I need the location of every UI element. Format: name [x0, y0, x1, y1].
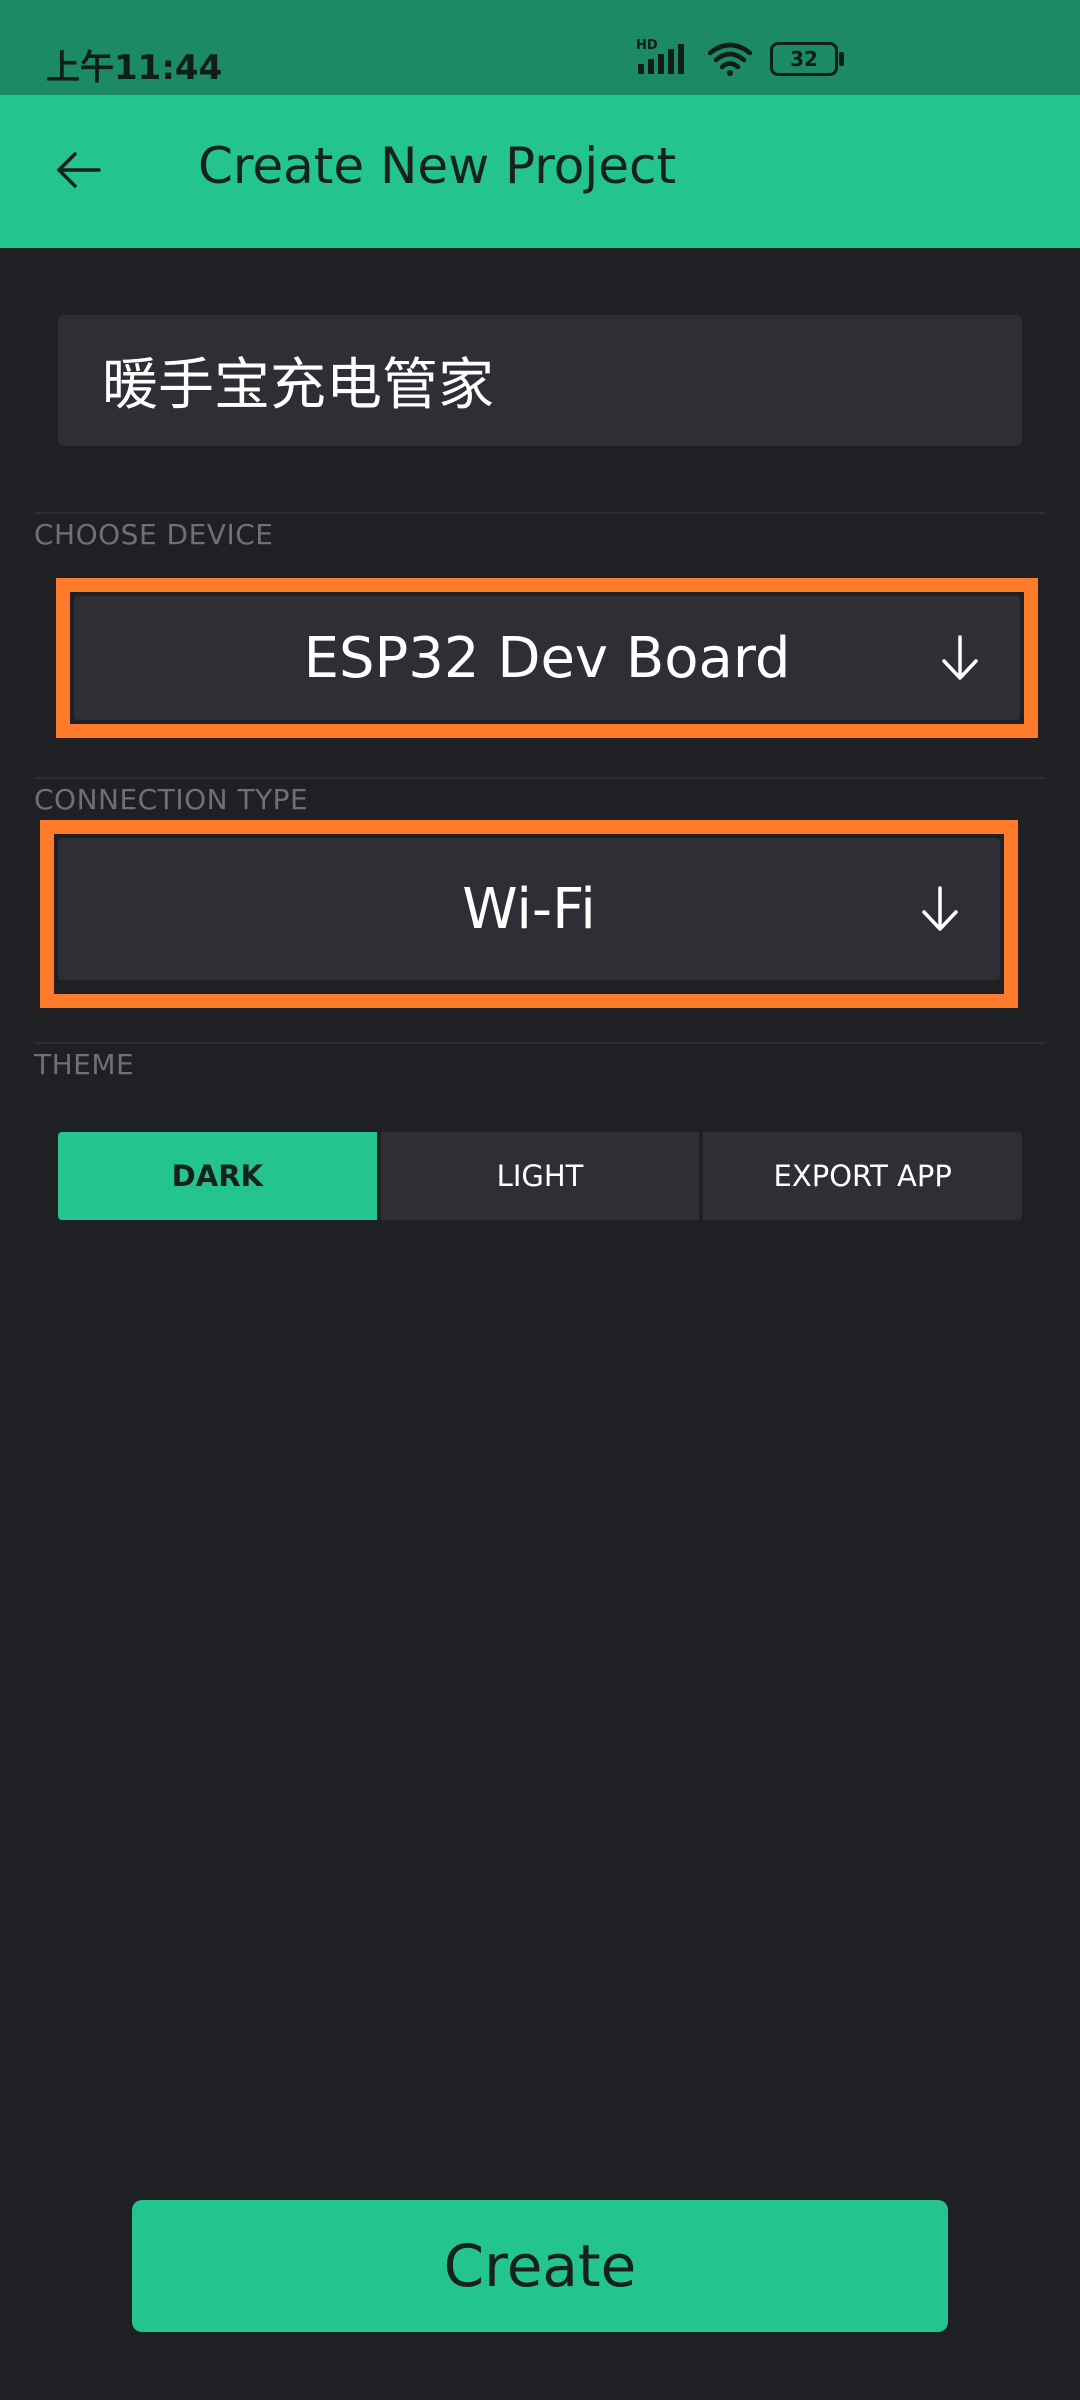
theme-label: THEME — [34, 1048, 135, 1081]
divider — [34, 777, 1046, 779]
theme-selector: DARK LIGHT EXPORT APP — [58, 1132, 1023, 1220]
wifi-icon — [707, 42, 753, 76]
back-button[interactable] — [44, 135, 114, 205]
arrow-down-icon — [936, 633, 984, 683]
device-dropdown[interactable]: ESP32 Dev Board — [74, 596, 1020, 720]
project-name-input[interactable]: 暖手宝充电管家 — [58, 315, 1022, 446]
theme-light-button[interactable]: LIGHT — [380, 1132, 700, 1220]
status-icons: HD 32 — [636, 38, 844, 76]
connection-type-label: CONNECTION TYPE — [34, 783, 309, 816]
arrow-down-icon — [916, 884, 964, 934]
divider — [34, 1042, 1046, 1044]
page-title: Create New Project — [198, 137, 677, 195]
export-app-button[interactable]: EXPORT APP — [703, 1132, 1023, 1220]
signal-icon: HD — [636, 38, 690, 76]
battery-level: 32 — [790, 47, 818, 71]
create-button[interactable]: Create — [132, 2200, 948, 2332]
battery-icon: 32 — [770, 42, 844, 76]
theme-dark-button[interactable]: DARK — [58, 1132, 377, 1220]
choose-device-label: CHOOSE DEVICE — [34, 518, 274, 551]
connection-dropdown[interactable]: Wi-Fi — [58, 838, 1000, 980]
connection-dropdown-value: Wi-Fi — [462, 876, 596, 942]
arrow-left-icon — [55, 150, 103, 190]
status-bar: 上午11:44 HD 32 — [0, 0, 1080, 95]
divider — [34, 512, 1046, 514]
device-dropdown-value: ESP32 Dev Board — [303, 625, 791, 691]
status-time: 上午11:44 — [46, 48, 223, 88]
app-bar: Create New Project — [0, 95, 1080, 248]
